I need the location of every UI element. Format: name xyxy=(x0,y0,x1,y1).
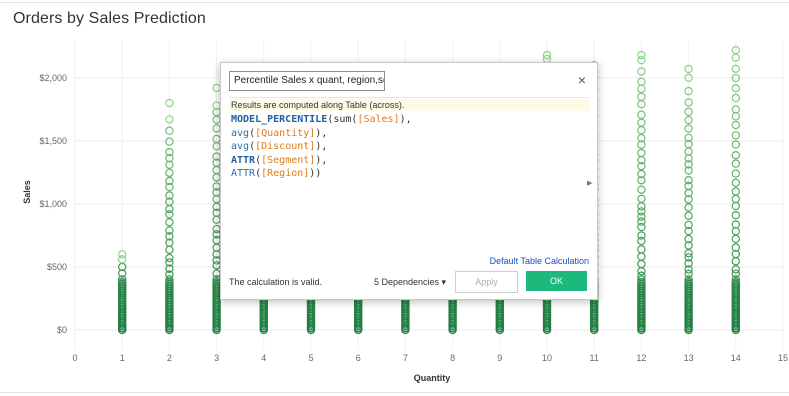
x-tick-label: 1 xyxy=(120,353,125,363)
y-tick-label: $1,000 xyxy=(39,199,67,209)
formula-function: ATTR xyxy=(231,154,256,166)
validation-status: The calculation is valid. xyxy=(229,277,323,287)
compute-note: Results are computed along Table (across… xyxy=(229,99,589,111)
y-tick-label: $1,500 xyxy=(39,136,67,146)
x-tick-label: 12 xyxy=(636,353,646,363)
y-tick-label: $2,000 xyxy=(39,73,67,83)
ok-button[interactable]: OK xyxy=(526,271,587,291)
x-tick-label: 3 xyxy=(214,353,219,363)
dialog-divider xyxy=(229,97,589,98)
formula-function: MODEL_PERCENTILE xyxy=(231,114,328,125)
formula-punct: (sum( xyxy=(327,114,358,125)
dependencies-dropdown[interactable]: 5 Dependencies ▾ xyxy=(374,277,446,288)
bottom-divider xyxy=(0,392,789,393)
x-tick-label: 13 xyxy=(684,353,694,363)
close-icon[interactable]: × xyxy=(573,71,591,89)
x-tick-label: 4 xyxy=(261,353,266,363)
x-tick-label: 15 xyxy=(778,353,788,363)
formula-line: ATTR([Region])) xyxy=(231,167,412,181)
formula-editor[interactable]: MODEL_PERCENTILE(sum([Sales]), avg([Quan… xyxy=(231,113,412,181)
x-tick-label: 6 xyxy=(356,353,361,363)
formula-function: avg xyxy=(231,141,250,152)
y-axis-label: Sales xyxy=(22,180,32,204)
y-tick-label: $500 xyxy=(47,262,67,272)
x-tick-label: 8 xyxy=(450,353,455,363)
formula-line: MODEL_PERCENTILE(sum([Sales]), xyxy=(231,113,412,127)
formula-line: ATTR([Segment]), xyxy=(231,154,412,168)
x-tick-label: 0 xyxy=(72,353,77,363)
x-tick-label: 5 xyxy=(308,353,313,363)
calc-name-field[interactable]: Percentile Sales x quant, region,seg xyxy=(229,71,385,91)
formula-function: avg xyxy=(231,127,250,139)
x-tick-label: 9 xyxy=(497,353,502,363)
x-tick-label: 11 xyxy=(590,353,599,363)
formula-line: avg([Quantity]), xyxy=(231,127,412,141)
apply-button[interactable]: Apply xyxy=(455,271,518,293)
formula-field: [Quantity] xyxy=(255,127,316,139)
formula-punct: ), xyxy=(399,114,412,125)
x-tick-label: 14 xyxy=(731,353,741,363)
x-tick-label: 10 xyxy=(542,353,552,363)
y-tick-label: $0 xyxy=(57,325,67,335)
x-tick-label: 7 xyxy=(403,353,408,363)
formula-field: [Segment] xyxy=(261,154,316,166)
x-axis-label: Quantity xyxy=(414,373,451,383)
formula-punct: )) xyxy=(309,168,322,179)
x-tick-label: 2 xyxy=(167,353,172,363)
formula-line: avg([Discount]), xyxy=(231,140,412,154)
formula-function: ATTR xyxy=(231,168,256,179)
expand-arrow-icon[interactable]: ▶ xyxy=(587,179,592,187)
formula-field: [Region] xyxy=(261,168,310,179)
formula-punct: ), xyxy=(315,154,328,166)
formula-punct: ), xyxy=(315,141,328,152)
default-table-calc-link[interactable]: Default Table Calculation xyxy=(490,256,589,266)
formula-punct: ), xyxy=(315,127,328,139)
formula-field: [Discount] xyxy=(255,141,316,152)
formula-field: [Sales] xyxy=(357,114,400,125)
calculation-dialog: Percentile Sales x quant, region,seg × R… xyxy=(220,62,598,300)
